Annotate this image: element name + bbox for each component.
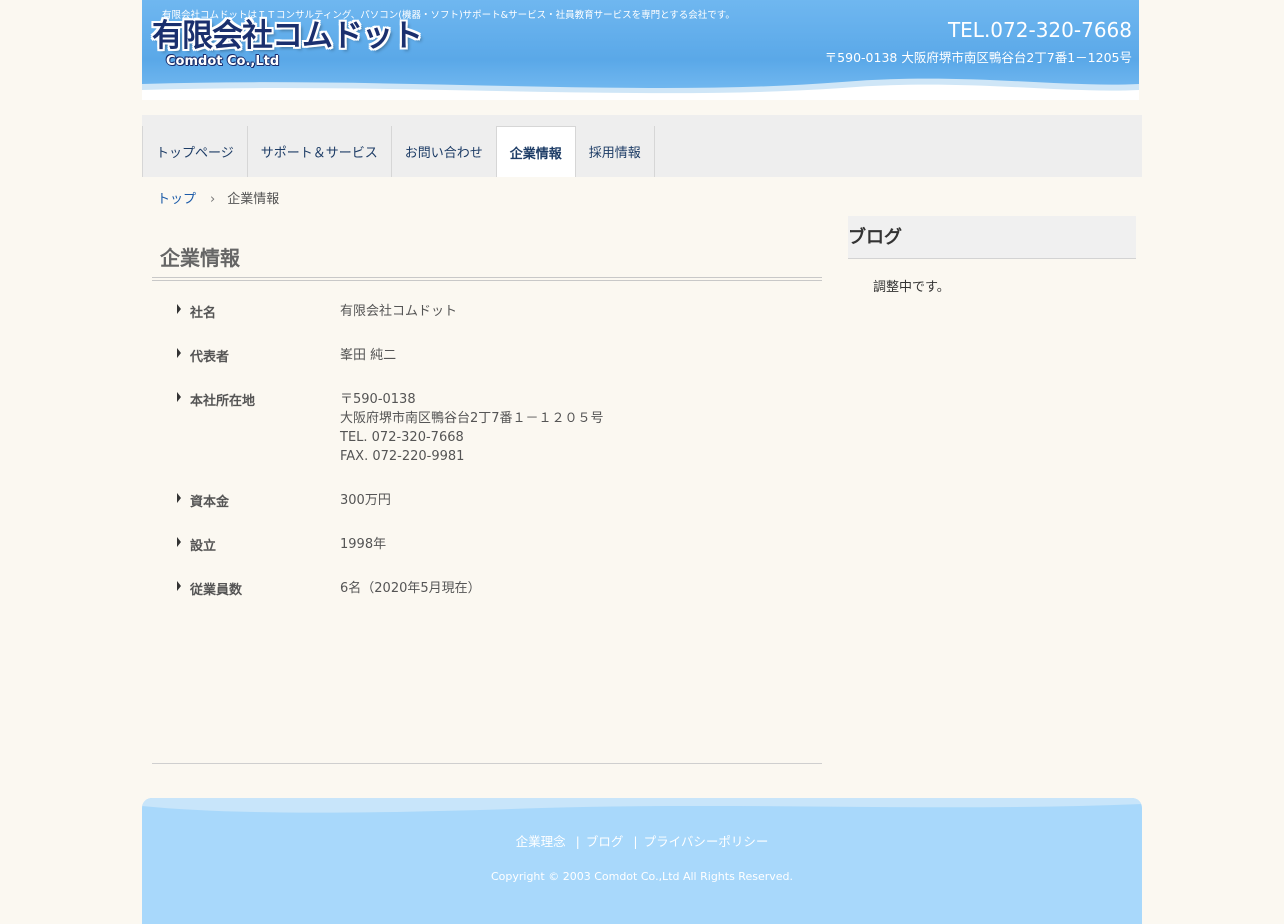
breadcrumb-current: 企業情報 <box>227 192 280 207</box>
sidebar-blog-title: ブログ <box>848 216 1136 259</box>
nav-item-5[interactable]: 採用情報 <box>576 126 655 177</box>
nav-item-1[interactable]: トップページ <box>143 126 248 177</box>
nav-item-3[interactable]: お問い合わせ <box>392 126 497 177</box>
info-value-line: FAX. 072-220-9981 <box>340 449 465 464</box>
header-wave-decoration <box>142 78 1139 100</box>
nav-item-2[interactable]: サポート＆サービス <box>248 126 392 177</box>
copyright: Copyright © 2003 Comdot Co.,Ltd All Righ… <box>490 870 794 883</box>
info-row: 資本金 300万円 <box>152 476 822 520</box>
info-label-text: 社名 <box>190 306 217 321</box>
info-label: 設立 <box>152 535 327 554</box>
info-label-text: 従業員数 <box>190 583 243 598</box>
page-title: 企業情報 <box>152 230 822 281</box>
breadcrumb: トップ › 企業情報 <box>157 188 279 207</box>
info-value: 6名（2020年5月現在） <box>340 579 481 598</box>
info-label: 社名 <box>152 302 327 321</box>
info-label: 本社所在地 <box>152 390 327 466</box>
header-phone: TEL.072-320-7668 <box>947 18 1132 42</box>
info-value-line: 6名（2020年5月現在） <box>340 581 481 596</box>
info-value-line: 大阪府堺市南区鴨谷台2丁7番１－１２０５号 <box>340 411 604 426</box>
main-bottom-divider <box>152 763 822 764</box>
nav-item-4[interactable]: 企業情報 <box>496 126 576 177</box>
page: 有限会社コムドットはＩＴコンサルティング、パソコン(機器・ソフト)サポート&サー… <box>142 0 1142 924</box>
footer-link-2[interactable]: ブログ <box>586 834 624 849</box>
footer-link-1[interactable]: 企業理念 <box>516 834 566 849</box>
site-footer: 企業理念 | ブログ | プライバシーポリシー Copyright © 2003 Com… <box>142 798 1142 924</box>
info-label-text: 資本金 <box>190 495 230 510</box>
triangle-bullet-icon <box>177 348 181 358</box>
main-content: 企業情報 社名 有限会社コムドット代表者 峯田 純二本社所在地 〒590-0138 大阪… <box>152 230 822 608</box>
footer-wave-decoration <box>142 798 1142 813</box>
info-label-text: 設立 <box>190 539 217 554</box>
global-nav: トップページ サポート＆サービス お問い合わせ 企業情報 採用情報 <box>142 115 1142 177</box>
info-value-line: 峯田 純二 <box>340 348 397 363</box>
footer-link-separator: | <box>575 834 580 849</box>
header-address: 〒590-0138 大阪府堺市南区鴨谷台2丁7番1－1205号 <box>824 50 1132 65</box>
info-label: 資本金 <box>152 491 327 510</box>
info-value-line: 1998年 <box>340 537 387 552</box>
info-value-line: TEL. 072-320-7668 <box>340 430 464 445</box>
breadcrumb-separator: › <box>210 192 216 207</box>
triangle-bullet-icon <box>177 581 181 591</box>
footer-link-separator: | <box>633 834 638 849</box>
breadcrumb-home-link[interactable]: トップ <box>157 192 196 207</box>
info-value-line: 有限会社コムドット <box>340 304 458 319</box>
nav-list: トップページ サポート＆サービス お問い合わせ 企業情報 採用情報 <box>142 126 1142 177</box>
info-value-line: 〒590-0138 <box>340 392 416 407</box>
logo-english-text: Comdot Co.,Ltd <box>166 54 280 69</box>
info-label: 代表者 <box>152 346 327 365</box>
sidebar-blog-text: 調整中です。 <box>873 280 950 295</box>
info-row: 設立 1998年 <box>152 520 822 564</box>
triangle-bullet-icon <box>177 493 181 503</box>
site-logo[interactable]: 有限会社コムドット Comdot Co.,Ltd <box>152 18 423 69</box>
info-label-text: 代表者 <box>190 350 230 365</box>
footer-links: 企業理念 | ブログ | プライバシーポリシー <box>142 831 1142 850</box>
info-value: 1998年 <box>340 535 386 554</box>
info-value: 有限会社コムドット <box>340 302 457 321</box>
logo-japanese-text: 有限会社コムドット <box>152 18 423 54</box>
info-label-text: 本社所在地 <box>190 394 256 409</box>
info-row: 本社所在地 〒590-0138 大阪府堺市南区鴨谷台2丁7番１－１２０５号 TEL. … <box>152 375 822 476</box>
sidebar: ブログ 調整中です。 <box>848 216 1136 295</box>
triangle-bullet-icon <box>177 537 181 547</box>
info-value-line: 300万円 <box>340 493 391 508</box>
triangle-bullet-icon <box>177 304 181 314</box>
info-label: 従業員数 <box>152 579 327 598</box>
info-value: 峯田 純二 <box>340 346 396 365</box>
footer-link-3[interactable]: プライバシーポリシー <box>644 834 769 849</box>
triangle-bullet-icon <box>177 392 181 402</box>
info-row: 従業員数 6名（2020年5月現在） <box>152 564 822 608</box>
info-value: 〒590-0138 大阪府堺市南区鴨谷台2丁7番１－１２０５号 TEL. 072-3… <box>340 390 604 466</box>
site-header: 有限会社コムドットはＩＴコンサルティング、パソコン(機器・ソフト)サポート&サー… <box>142 0 1139 100</box>
info-row: 代表者 峯田 純二 <box>152 331 822 375</box>
info-value: 300万円 <box>340 491 391 510</box>
company-info-table: 社名 有限会社コムドット代表者 峯田 純二本社所在地 〒590-0138 大阪府堺市南区… <box>152 287 822 608</box>
info-row: 社名 有限会社コムドット <box>152 287 822 331</box>
